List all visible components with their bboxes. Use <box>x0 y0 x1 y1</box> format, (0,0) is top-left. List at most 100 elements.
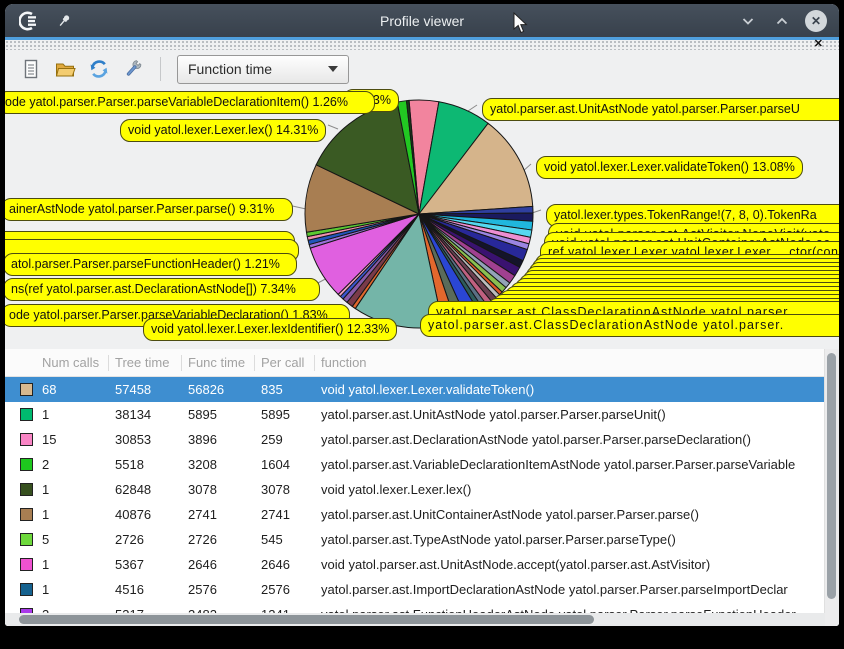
table-row[interactable]: 1 4516 2576 2576 yatol.parser.ast.Import… <box>5 577 839 602</box>
table-header: Num calls Tree time Func time Per call f… <box>5 349 839 377</box>
cell-per-call: 1604 <box>261 457 321 472</box>
cell-function: void yatol.lexer.Lexer.validateToken() <box>321 382 839 397</box>
table-row[interactable]: 68 57458 56826 835 void yatol.lexer.Lexe… <box>5 377 839 402</box>
cell-num-calls: 1 <box>42 582 115 597</box>
cell-per-call: 5895 <box>261 407 321 422</box>
row-color-swatch <box>20 433 33 446</box>
pin-icon[interactable] <box>53 10 75 32</box>
horizontal-scrollbar-thumb[interactable] <box>19 615 594 624</box>
col-tree-time[interactable]: Tree time <box>109 355 182 371</box>
wrench-icon[interactable] <box>122 58 144 80</box>
cell-tree-time: 4516 <box>115 582 188 597</box>
pie-slice-label: ode yatol.parser.Parser.parseVariableDec… <box>5 91 375 114</box>
chevron-down-icon <box>328 66 338 72</box>
cell-function: yatol.parser.ast.DeclarationAstNode yato… <box>321 432 839 447</box>
cell-function: yatol.parser.ast.UnitContainerAstNode ya… <box>321 507 839 522</box>
col-function[interactable]: function <box>315 355 839 371</box>
cell-tree-time: 62848 <box>115 482 188 497</box>
dock-close-icon[interactable]: ✕ <box>814 39 823 50</box>
row-color-swatch <box>20 533 33 546</box>
cell-num-calls: 5 <box>42 532 115 547</box>
row-color-swatch <box>20 383 33 396</box>
col-func-time[interactable]: Func time <box>182 355 255 371</box>
cell-per-call: 259 <box>261 432 321 447</box>
col-per-call[interactable]: Per call <box>255 355 315 371</box>
row-color-swatch <box>20 408 33 421</box>
cell-num-calls: 1 <box>42 407 115 422</box>
window-title: Profile viewer <box>5 13 839 29</box>
cell-function: yatol.parser.ast.TypeAstNode yatol.parse… <box>321 532 839 547</box>
view-mode-value: Function time <box>188 61 272 77</box>
pie-slice-label: ns(ref yatol.parser.ast.DeclarationAstNo… <box>5 278 320 301</box>
table-row[interactable]: 1 5367 2646 2646 void yatol.parser.ast.U… <box>5 552 839 577</box>
app-logo-icon[interactable] <box>19 10 41 32</box>
cell-func-time: 5895 <box>188 407 261 422</box>
pie-slice-label: void yatol.lexer.Lexer.validateToken() 1… <box>536 156 803 179</box>
refresh-icon[interactable] <box>88 58 110 80</box>
table-row[interactable]: 1 62848 3078 3078 void yatol.lexer.Lexer… <box>5 477 839 502</box>
pie-slice-label: void yatol.lexer.Lexer.lexIdentifier() 1… <box>143 318 397 341</box>
pie-slice-label: ainerAstNode yatol.parser.Parser.parse()… <box>5 198 293 221</box>
cell-per-call: 2646 <box>261 557 321 572</box>
pie-chart-area: 03%ode yatol.parser.Parser.parseVariable… <box>5 88 839 349</box>
table-row[interactable]: 15 30853 3896 259 yatol.parser.ast.Decla… <box>5 427 839 452</box>
callout-connector-line <box>468 105 477 111</box>
toolbar: Function time <box>5 50 839 88</box>
cell-function: yatol.parser.ast.UnitAstNode yatol.parse… <box>321 407 839 422</box>
cell-num-calls: 68 <box>42 382 115 397</box>
cell-func-time: 3078 <box>188 482 261 497</box>
row-color-swatch <box>20 508 33 521</box>
cell-func-time: 2646 <box>188 557 261 572</box>
vertical-scrollbar[interactable] <box>824 349 839 626</box>
profile-viewer-window: Profile viewer <box>5 4 839 626</box>
maximize-button[interactable] <box>771 10 793 32</box>
table-body: 68 57458 56826 835 void yatol.lexer.Lexe… <box>5 377 839 626</box>
cell-per-call: 3078 <box>261 482 321 497</box>
cell-num-calls: 2 <box>42 457 115 472</box>
cell-func-time: 3208 <box>188 457 261 472</box>
view-mode-select[interactable]: Function time <box>177 55 349 84</box>
cell-tree-time: 5518 <box>115 457 188 472</box>
cell-func-time: 2576 <box>188 582 261 597</box>
cell-tree-time: 40876 <box>115 507 188 522</box>
cell-tree-time: 5367 <box>115 557 188 572</box>
pie-slice-label: void yatol.lexer.Lexer.lex() 14.31% <box>120 119 326 142</box>
cell-per-call: 2576 <box>261 582 321 597</box>
cell-num-calls: 1 <box>42 507 115 522</box>
table-row[interactable]: 2 5518 3208 1604 yatol.parser.ast.Variab… <box>5 452 839 477</box>
results-table: Num calls Tree time Func time Per call f… <box>5 349 839 626</box>
cell-tree-time: 38134 <box>115 407 188 422</box>
col-num-calls[interactable]: Num calls <box>36 355 109 371</box>
cell-func-time: 2741 <box>188 507 261 522</box>
pie-slice-label: atol.parser.Parser.parseFunctionHeader()… <box>5 253 297 276</box>
cell-function: yatol.parser.ast.VariableDeclarationItem… <box>321 457 839 472</box>
horizontal-scrollbar[interactable] <box>5 613 825 626</box>
table-row[interactable]: 1 38134 5895 5895 yatol.parser.ast.UnitA… <box>5 402 839 427</box>
pie-slice-label: yatol.parser.ast.UnitAstNode yatol.parse… <box>482 98 839 121</box>
close-button[interactable]: ✕ <box>805 10 827 32</box>
document-icon[interactable] <box>20 58 42 80</box>
open-folder-icon[interactable] <box>54 58 76 80</box>
cell-tree-time: 2726 <box>115 532 188 547</box>
dock-handle[interactable]: ✕ <box>5 40 839 50</box>
cell-func-time: 3896 <box>188 432 261 447</box>
row-color-swatch <box>20 583 33 596</box>
callout-connector-line <box>328 125 338 129</box>
row-color-swatch <box>20 483 33 496</box>
table-row[interactable]: 5 2726 2726 545 yatol.parser.ast.TypeAst… <box>5 527 839 552</box>
toolbar-separator <box>160 57 161 81</box>
pie-slice-label: yatol.parser.ast.ClassDeclarationAstNode… <box>420 314 839 337</box>
row-color-swatch <box>20 558 33 571</box>
cell-func-time: 56826 <box>188 382 261 397</box>
titlebar: Profile viewer <box>5 4 839 37</box>
vertical-scrollbar-thumb[interactable] <box>827 353 836 599</box>
mouse-cursor <box>513 12 529 36</box>
minimize-button[interactable] <box>737 10 759 32</box>
cell-tree-time: 30853 <box>115 432 188 447</box>
cell-per-call: 2741 <box>261 507 321 522</box>
cell-tree-time: 57458 <box>115 382 188 397</box>
row-color-swatch <box>20 458 33 471</box>
cell-num-calls: 1 <box>42 482 115 497</box>
table-row[interactable]: 1 40876 2741 2741 yatol.parser.ast.UnitC… <box>5 502 839 527</box>
cell-function: void yatol.lexer.Lexer.lex() <box>321 482 839 497</box>
